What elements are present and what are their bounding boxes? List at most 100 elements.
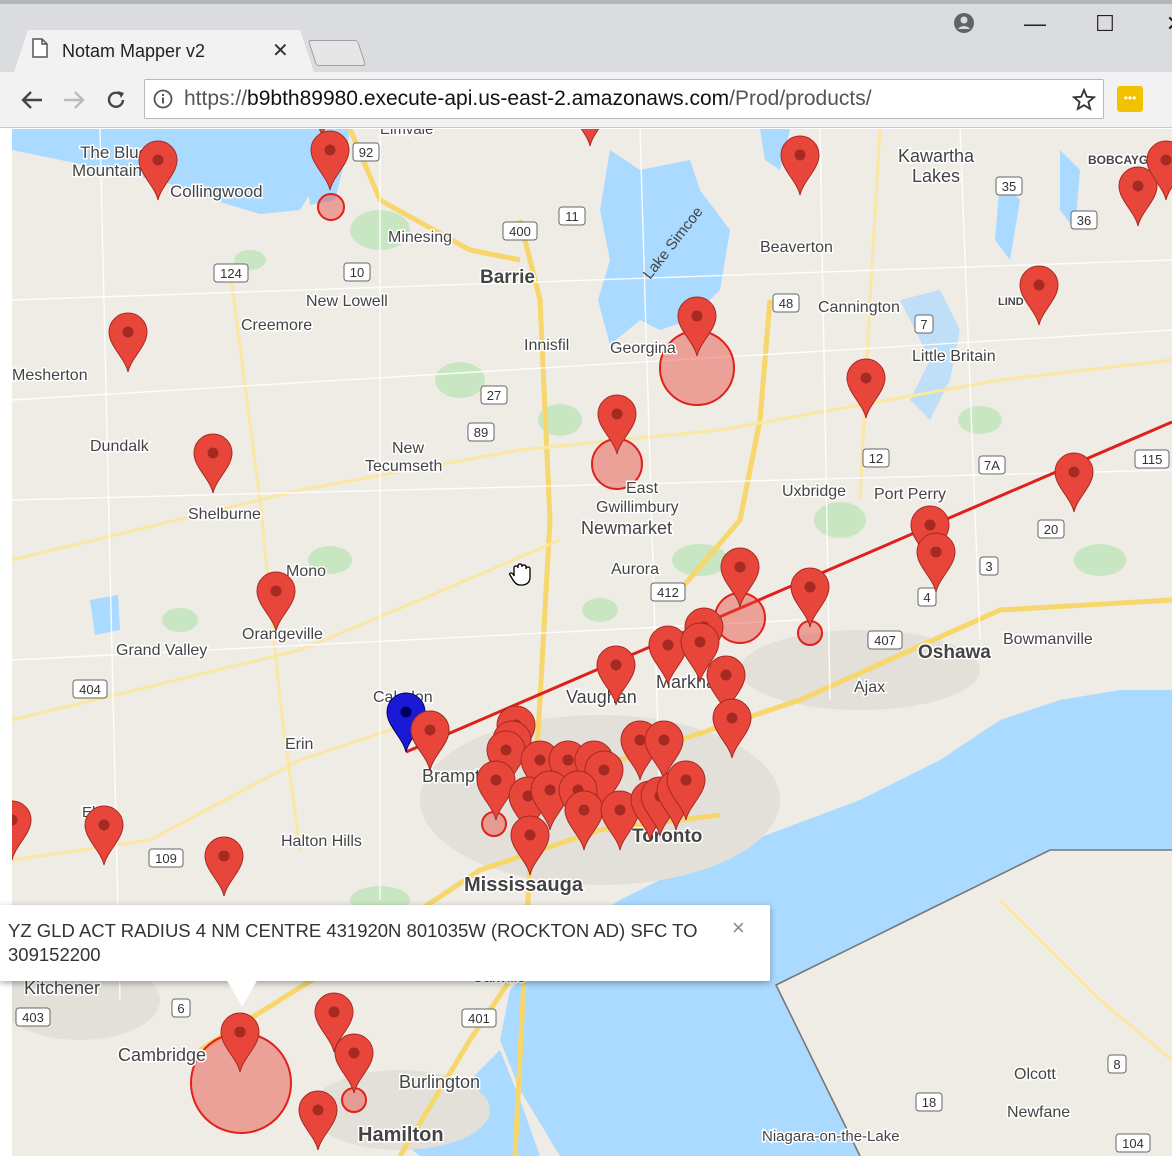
profile-icon[interactable]	[953, 12, 975, 34]
forward-arrow-icon	[64, 91, 85, 109]
svg-text:404: 404	[79, 682, 101, 697]
info-window-close-icon[interactable]: ×	[732, 915, 745, 941]
svg-text:4: 4	[923, 590, 930, 605]
place-label: Kawartha	[898, 146, 975, 166]
place-label: Collingwood	[170, 182, 263, 201]
extension-icon[interactable]: •••	[1117, 86, 1143, 112]
notam-marker[interactable]	[256, 571, 296, 632]
svg-text:35: 35	[1002, 179, 1016, 194]
place-label: Erin	[285, 736, 313, 753]
place-label: The Blue	[80, 143, 148, 162]
road-shield: 89	[467, 422, 495, 442]
place-label: New	[392, 440, 424, 457]
notam-info-window[interactable]: YZ GLD ACT RADIUS 4 NM CENTRE 431920N 80…	[0, 905, 770, 981]
road-shield: 8	[1107, 1054, 1127, 1074]
notam-marker[interactable]	[204, 836, 244, 897]
back-button[interactable]	[14, 84, 50, 116]
notam-marker[interactable]	[12, 800, 32, 861]
svg-text:27: 27	[487, 388, 501, 403]
place-label: Beaverton	[760, 239, 833, 256]
bookmark-star-icon[interactable]	[1072, 88, 1096, 112]
place-label: Newfane	[1007, 1104, 1070, 1121]
road-shield: 407	[867, 630, 903, 650]
road-shield: 12	[862, 448, 890, 468]
place-label: Newmarket	[581, 518, 672, 538]
info-window-pointer	[226, 979, 258, 1007]
close-window-button[interactable]: ✕	[1146, 6, 1172, 42]
road-shield: 403	[15, 1007, 51, 1027]
svg-text:89: 89	[474, 425, 488, 440]
place-label: Mono	[286, 563, 326, 580]
place-label: Bowmanville	[1003, 631, 1093, 648]
place-label: Olcott	[1014, 1066, 1056, 1083]
place-label: Kitchener	[24, 978, 100, 998]
svg-text:92: 92	[359, 145, 373, 160]
map-canvas[interactable]: The BlueMountain Collingwood Elmvale Minesi…	[12, 129, 1172, 1156]
notam-marker[interactable]	[108, 312, 148, 373]
road-shield: 48	[772, 293, 800, 313]
place-label: Lakes	[912, 166, 960, 186]
notam-marker[interactable]	[846, 358, 886, 419]
minimize-button[interactable]: —	[1006, 6, 1064, 42]
google-map[interactable]: The Blue Mountain Collingwood Elmvale Minesi…	[12, 129, 1172, 1156]
svg-text:36: 36	[1077, 213, 1091, 228]
place-label: Cannington	[818, 299, 900, 316]
notam-marker[interactable]	[1054, 452, 1094, 513]
notam-marker[interactable]	[790, 567, 830, 628]
road-shield: 27	[480, 385, 508, 405]
back-arrow-icon	[21, 91, 42, 109]
road-shield: 109	[148, 848, 184, 868]
info-icon[interactable]	[153, 89, 173, 109]
road-shield: 36	[1070, 210, 1098, 230]
svg-text:400: 400	[509, 224, 531, 239]
notam-marker[interactable]	[193, 433, 233, 494]
place-label: Elmvale	[380, 129, 433, 138]
svg-text:8: 8	[1113, 1057, 1120, 1072]
svg-text:7: 7	[920, 317, 927, 332]
place-label: LIND	[998, 296, 1024, 308]
forward-button[interactable]	[56, 84, 92, 116]
place-label: Tecumseth	[365, 458, 442, 475]
place-label: Innisfil	[524, 337, 569, 354]
notam-marker[interactable]	[1019, 265, 1059, 326]
road-shield: 3	[979, 556, 999, 576]
notam-marker[interactable]	[298, 1090, 338, 1151]
reload-button[interactable]	[98, 84, 134, 116]
svg-text:7A: 7A	[984, 458, 1000, 473]
road-shield: 404	[72, 679, 108, 699]
svg-text:412: 412	[657, 585, 679, 600]
place-label: Mountain	[72, 161, 142, 180]
road-shield: 4	[917, 587, 937, 607]
maximize-button[interactable]: ☐	[1076, 6, 1134, 42]
notam-marker[interactable]	[780, 135, 820, 196]
place-label: Aurora	[611, 561, 659, 578]
place-label: Little Britain	[912, 348, 996, 365]
road-shield: 7A	[978, 455, 1006, 475]
road-shield: 7	[914, 314, 934, 334]
page-icon	[32, 38, 48, 58]
place-label: Cambridge	[118, 1045, 206, 1065]
notam-marker[interactable]	[916, 532, 956, 593]
road-shield: 92	[352, 142, 380, 162]
svg-text:18: 18	[922, 1095, 936, 1110]
place-label: Creemore	[241, 317, 312, 334]
place-label: Dundalk	[90, 438, 150, 455]
svg-text:109: 109	[155, 851, 177, 866]
notam-marker[interactable]	[571, 129, 609, 147]
new-tab-button[interactable]	[307, 40, 367, 66]
notam-marker[interactable]	[1118, 166, 1158, 227]
place-label: Burlington	[399, 1072, 480, 1092]
place-label: Gwillimbury	[596, 499, 679, 516]
url-text[interactable]: https://b9bth89980.execute-api.us-east-2…	[184, 87, 872, 111]
place-label: Shelburne	[188, 506, 261, 523]
place-label: Oshawa	[918, 642, 991, 663]
svg-text:407: 407	[874, 633, 896, 648]
hand-cursor-icon	[509, 563, 531, 586]
road-shield: 104	[1115, 1133, 1151, 1153]
place-label: Mississauga	[464, 874, 584, 896]
notam-text: YZ GLD ACT RADIUS 4 NM CENTRE 431920N 80…	[8, 920, 698, 965]
tab-close-icon[interactable]: ✕	[272, 38, 289, 63]
road-shield: 412	[650, 582, 686, 602]
place-label: Georgina	[610, 340, 676, 357]
road-shield: 124	[213, 263, 249, 283]
